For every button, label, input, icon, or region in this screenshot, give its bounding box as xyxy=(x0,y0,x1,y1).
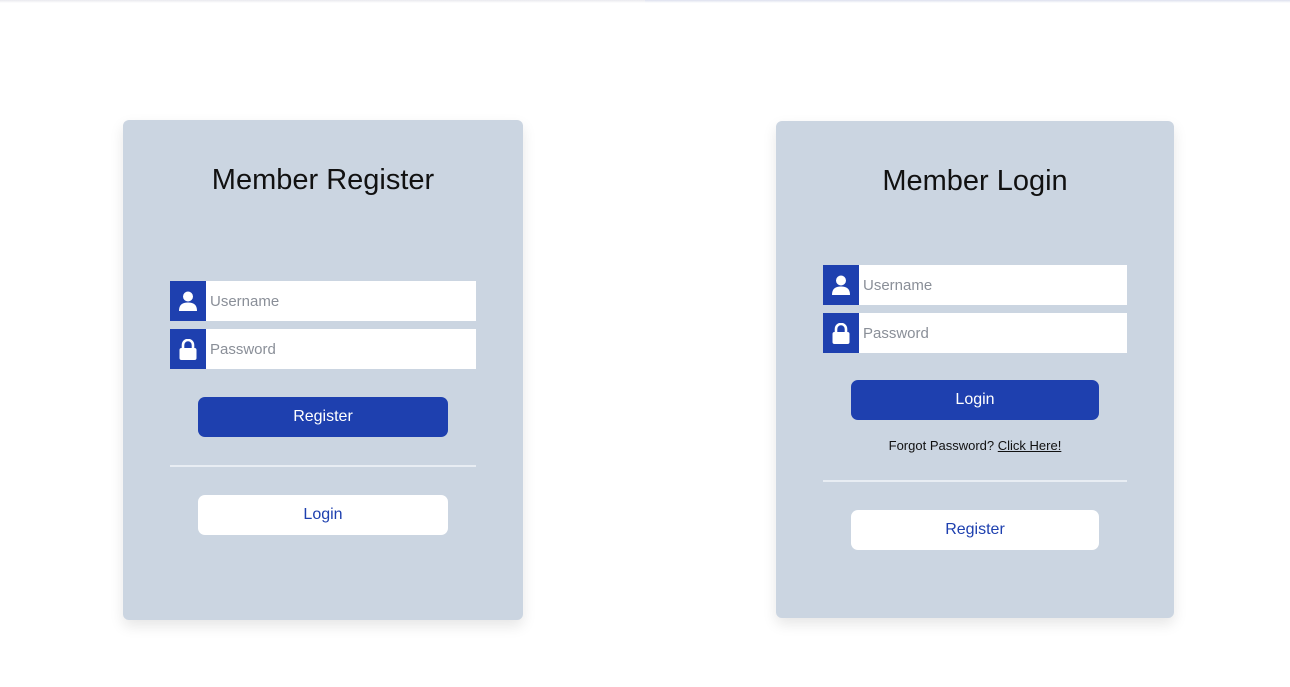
register-card: Member Register Register Login xyxy=(123,120,523,620)
top-edge-shadow-left xyxy=(0,0,645,3)
register-title: Member Register xyxy=(211,164,435,196)
user-icon xyxy=(823,265,859,305)
forgot-password-text: Forgot Password? xyxy=(888,438,995,453)
register-username-input[interactable] xyxy=(206,281,476,321)
forgot-password-row: Forgot Password? Click Here! xyxy=(776,438,1174,453)
login-username-field xyxy=(823,265,1127,305)
register-password-field xyxy=(170,329,476,369)
top-edge-shadow-right xyxy=(645,0,1290,3)
register-divider xyxy=(170,465,476,467)
go-to-register-button[interactable]: Register xyxy=(851,510,1099,550)
login-divider xyxy=(823,480,1127,482)
login-card: Member Login Login Forgot Password? Clic… xyxy=(776,121,1174,618)
login-password-input[interactable] xyxy=(859,313,1127,353)
user-icon xyxy=(170,281,206,321)
login-button[interactable]: Login xyxy=(851,380,1099,420)
go-to-login-button[interactable]: Login xyxy=(198,495,448,535)
lock-icon xyxy=(170,329,206,369)
register-button[interactable]: Register xyxy=(198,397,448,437)
login-title: Member Login xyxy=(882,165,1068,197)
login-password-field xyxy=(823,313,1127,353)
forgot-password-link[interactable]: Click Here! xyxy=(998,438,1062,453)
register-password-input[interactable] xyxy=(206,329,476,369)
lock-icon xyxy=(823,313,859,353)
register-username-field xyxy=(170,281,476,321)
login-username-input[interactable] xyxy=(859,265,1127,305)
